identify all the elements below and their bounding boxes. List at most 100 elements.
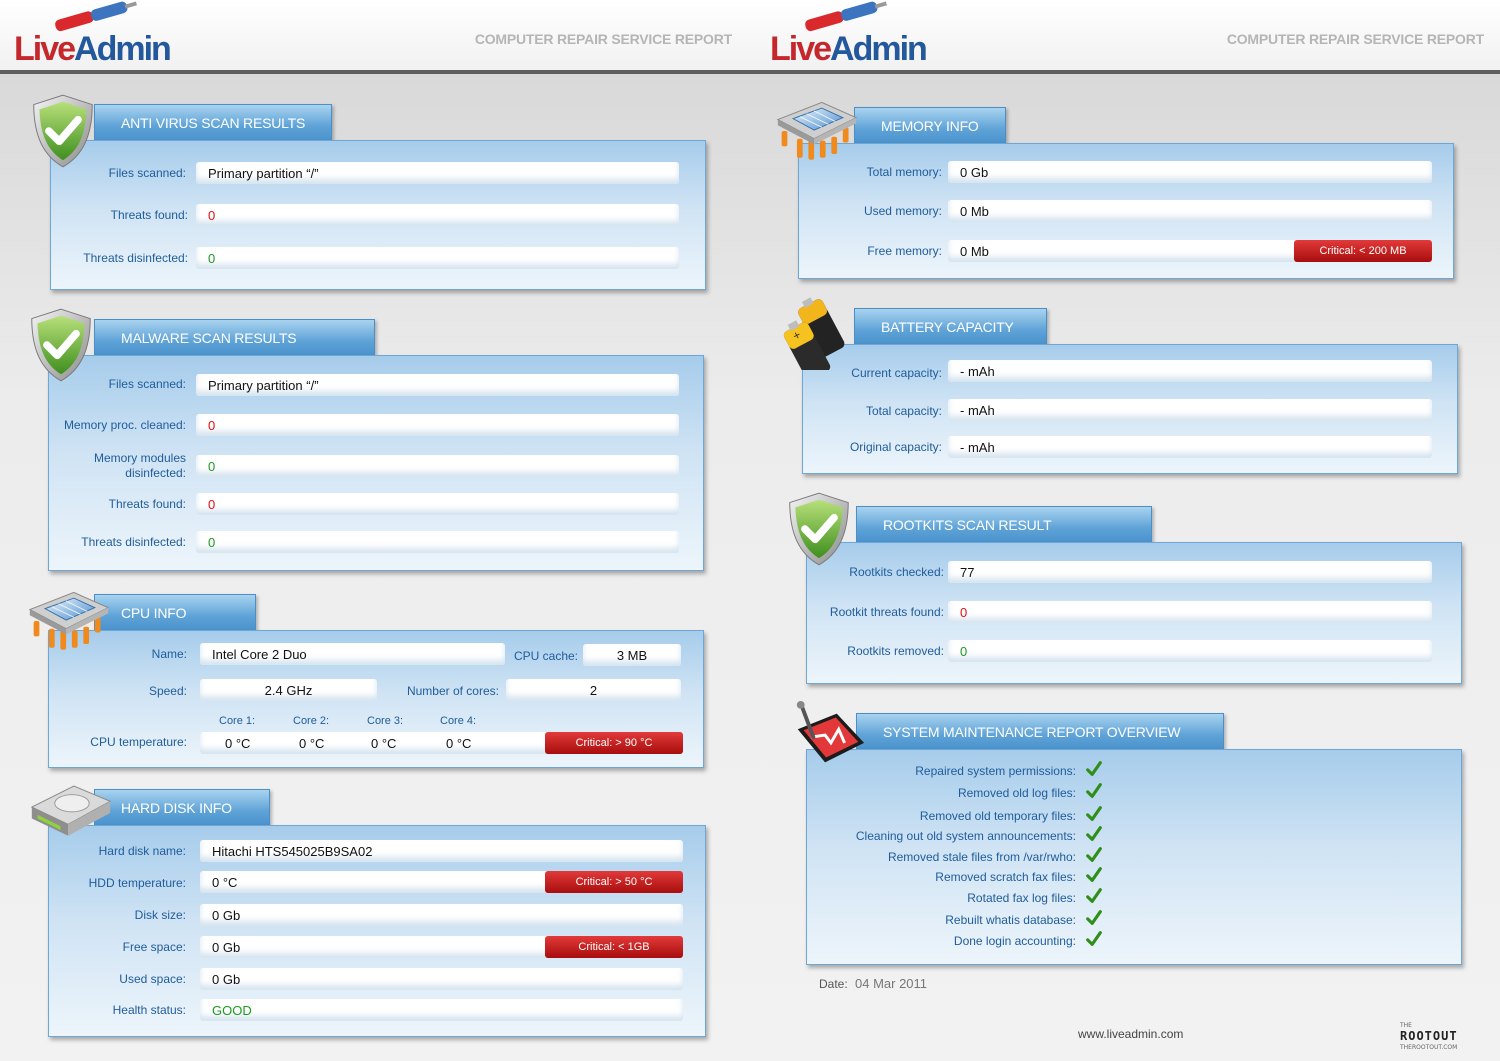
original-capacity-value: - mAh [948,436,1432,458]
report-page-right: LiveAdmin COMPUTER REPAIR SERVICE REPORT… [750,0,1500,1061]
cpu-chip-icon [26,588,112,656]
page-header: LiveAdmin COMPUTER REPAIR SERVICE REPORT [750,0,1500,74]
current-capacity-value: - mAh [948,360,1432,382]
av-threats-found-value: 0 [196,204,679,226]
checkmark-icon [1085,760,1103,778]
logo-live-text: Live [770,30,832,68]
disk-size-label: Disk size: [134,908,186,922]
cpu-name-label: Name: [151,647,187,661]
maintenance-item-label: Rebuilt whatis database: [945,913,1076,927]
maintenance-item-label: Removed stale files from /var/rwho: [887,850,1076,864]
hdd-name-value: Hitachi HTS545025B9SA02 [200,840,683,862]
maintenance-section-tab: SYSTEM MAINTENANCE REPORT OVERVIEW [856,713,1224,749]
free-space-label: Free space: [122,940,186,954]
date-value: 04 Mar 2011 [855,976,928,991]
total-memory-label: Total memory: [866,165,942,179]
free-memory-critical-badge: Critical: < 200 MB [1294,240,1432,262]
core-3-label: Core 3: [367,715,404,727]
rootout-small-text: THE [1400,1022,1412,1029]
maintenance-item-label: Removed old log files: [957,786,1076,800]
cpu-speed-label: Speed: [148,684,187,698]
health-status-label: Health status: [112,1003,186,1017]
rootkits-checked-value: 77 [948,561,1432,583]
maintenance-item-label: Repaired system permissions: [915,764,1076,778]
checkmark-icon [1085,825,1103,843]
hdd-temperature-label: HDD temperature: [88,876,186,890]
maintenance-item-label: Rotated fax log files: [967,891,1076,905]
shield-check-icon [30,92,96,170]
liveadmin-logo: LiveAdmin [14,30,172,68]
free-memory-label: Free memory: [867,244,942,258]
cpu-chip-icon [774,98,860,166]
core-1-label: Core 1: [219,715,256,727]
rootkits-checked-label: Rootkits checked: [849,565,944,579]
page-header: LiveAdmin COMPUTER REPAIR SERVICE REPORT [0,0,750,74]
checkmark-icon [1085,866,1103,884]
used-memory-value: 0 Mb [948,200,1432,222]
shield-check-icon [28,306,94,384]
rootkit-threats-label: Rootkit threats found: [829,605,944,619]
hdd-section-tab: HARD DISK INFO [94,789,270,825]
checkmark-icon [1085,782,1103,800]
rootkits-removed-label: Rootkits removed: [847,644,944,658]
current-capacity-label: Current capacity: [851,366,942,380]
av-files-scanned-label: Files scanned: [108,166,186,180]
rootout-url-text: THEROOTOUT.COM [1400,1044,1458,1051]
mw-threats-found-label: Threats found: [108,497,186,511]
mw-threats-found-value: 0 [196,493,679,515]
mw-memory-modules-label-1: Memory modules [93,451,186,465]
report-page-left: LiveAdmin COMPUTER REPAIR SERVICE REPORT… [0,0,750,1061]
rootkit-threats-value: 0 [948,601,1432,623]
total-capacity-value: - mAh [948,399,1432,421]
checkmark-icon [1085,805,1103,823]
checkmark-icon [1085,846,1103,864]
malware-section-tab: MALWARE SCAN RESULTS [94,319,375,355]
cpu-speed-value: 2.4 GHz [200,679,377,701]
rootkits-section-tab: ROOTKITS SCAN RESULT [856,506,1152,542]
battery-icon [780,292,868,370]
total-capacity-label: Total capacity: [865,404,942,418]
core-2-label: Core 2: [293,715,330,727]
hdd-temperature-critical-badge: Critical: > 50 °C [545,871,683,893]
checkmark-icon [1085,909,1103,927]
used-memory-label: Used memory: [863,204,942,218]
mw-memory-proc-label: Memory proc. cleaned: [63,418,186,432]
used-space-value: 0 Gb [200,968,683,990]
core-4-label: Core 4: [440,715,477,727]
mw-memory-modules-label-2: disinfected: [125,466,186,480]
free-space-critical-badge: Critical: < 1GB [545,936,683,958]
logo-admin-text: Admin [830,30,928,68]
mw-files-scanned-value: Primary partition “/” [196,374,679,396]
rootout-logo: THE ROOTOUT THEROOTOUT.COM [1400,1022,1492,1054]
memory-section-tab: MEMORY INFO [854,107,1006,143]
website-link[interactable]: www.liveadmin.com [1078,1027,1183,1041]
rootkits-removed-value: 0 [948,640,1432,662]
disk-size-value: 0 Gb [200,904,683,926]
mw-threats-disinfected-value: 0 [196,531,679,553]
core-4-value: 0 °C [446,736,472,751]
mw-memory-proc-value: 0 [196,414,679,436]
shield-check-icon [786,490,852,568]
checkmark-icon [1085,887,1103,905]
logo-admin-text: Admin [74,30,172,68]
logo-live-text: Live [14,30,76,68]
report-title: COMPUTER REPAIR SERVICE REPORT [1226,31,1484,47]
av-threats-found-label: Threats found: [110,208,188,222]
used-space-label: Used space: [119,972,186,986]
maintenance-item-label: Cleaning out old system announcements: [855,829,1076,843]
av-threats-disinfected-label: Threats disinfected: [83,251,188,265]
total-memory-value: 0 Gb [948,161,1432,183]
mw-memory-modules-value: 0 [196,455,679,477]
mw-threats-disinfected-label: Threats disinfected: [81,535,186,549]
av-threats-disinfected-value: 0 [196,247,679,269]
cpu-cores-value: 2 [506,679,681,701]
original-capacity-label: Original capacity: [849,440,942,454]
report-title: COMPUTER REPAIR SERVICE REPORT [474,31,732,47]
core-3-value: 0 °C [371,736,397,751]
maintenance-item-label: Done login accounting: [953,934,1076,948]
av-files-scanned-value: Primary partition “/” [196,162,679,184]
liveadmin-logo: LiveAdmin [770,30,928,68]
cpu-cache-label: CPU cache: [513,649,578,663]
cpu-critical-badge: Critical: > 90 °C [545,732,683,754]
maintenance-item-label: Removed old temporary files: [919,809,1076,823]
